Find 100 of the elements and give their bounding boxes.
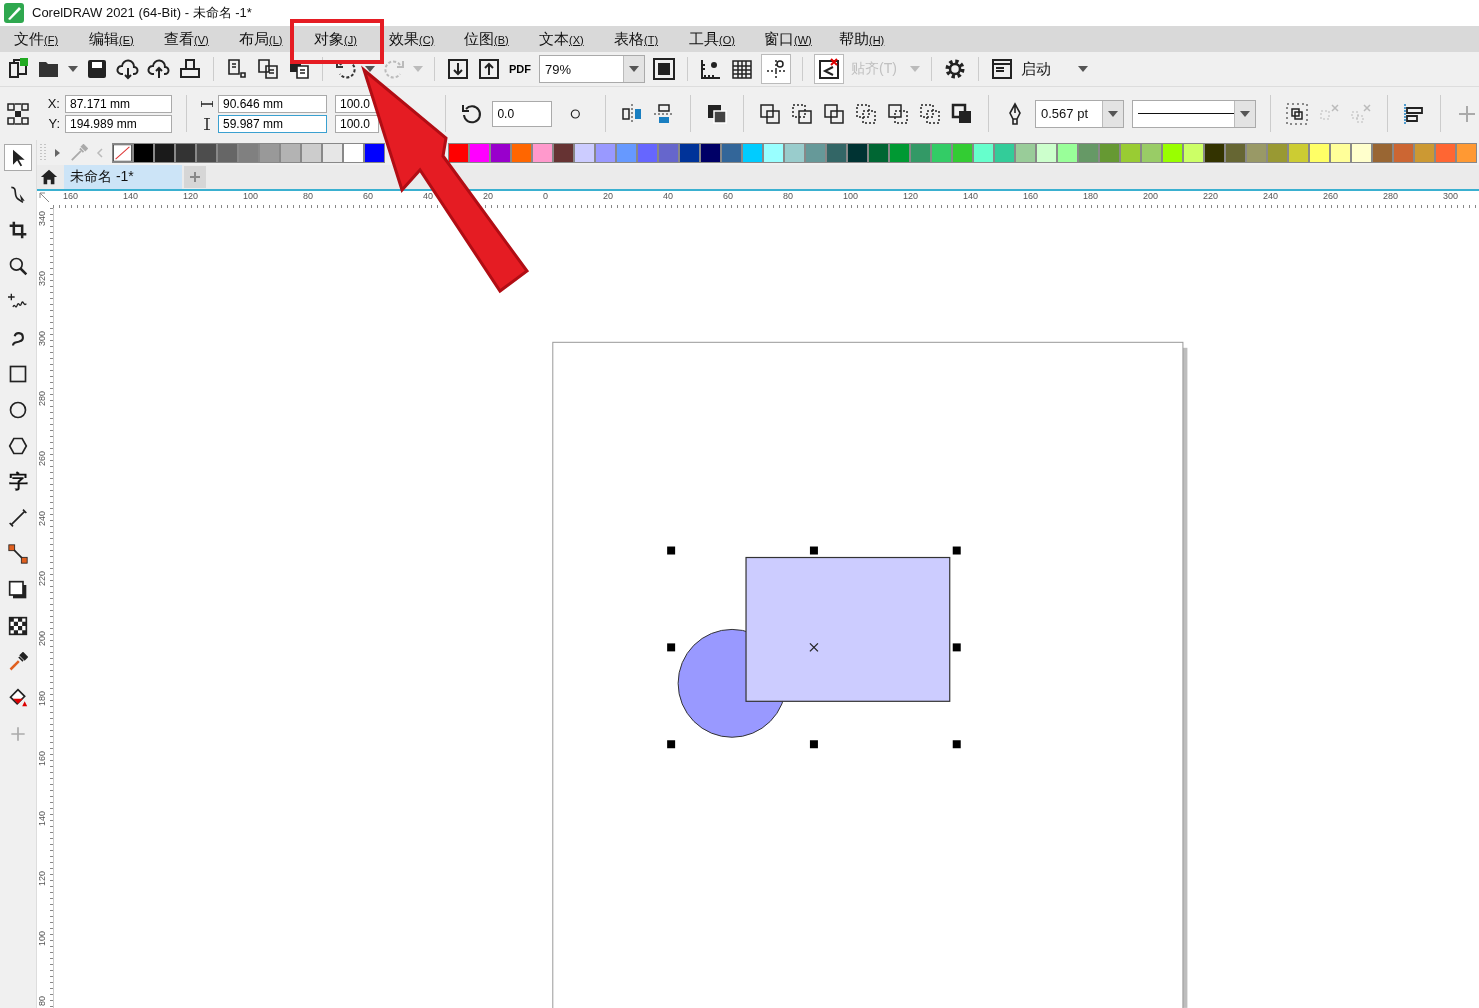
color-swatch[interactable]: [805, 142, 826, 163]
x-position-field[interactable]: 87.171 mm: [65, 94, 172, 113]
shape-combine-icon[interactable]: [886, 101, 911, 126]
color-swatch[interactable]: [889, 142, 910, 163]
color-swatch[interactable]: [1372, 142, 1393, 163]
zoom-dropdown[interactable]: 79%: [539, 55, 645, 83]
new-document-icon[interactable]: [6, 57, 30, 81]
settings-icon[interactable]: [943, 57, 967, 81]
color-swatch[interactable]: [1078, 142, 1099, 163]
color-swatch[interactable]: [196, 142, 217, 163]
object-origin-icon[interactable]: [6, 101, 30, 126]
menu-item[interactable]: 文本(X): [539, 29, 584, 47]
tool-button[interactable]: [4, 144, 32, 171]
save-icon[interactable]: [85, 57, 109, 81]
y-position-field[interactable]: 194.989 mm: [65, 114, 172, 133]
menu-item[interactable]: 位图(B): [464, 29, 509, 47]
menu-item[interactable]: 工具(O): [689, 29, 735, 47]
launch-button[interactable]: 启动: [1021, 59, 1071, 79]
color-swatch[interactable]: [1225, 142, 1246, 163]
color-swatch[interactable]: [1267, 142, 1288, 163]
color-swatch[interactable]: [826, 142, 847, 163]
color-swatch[interactable]: [1435, 142, 1456, 163]
color-swatch[interactable]: [1330, 142, 1351, 163]
color-swatch[interactable]: [1204, 142, 1225, 163]
line-style-dropdown[interactable]: [1132, 99, 1256, 128]
play-icon[interactable]: [52, 147, 62, 158]
shape-combine-icon[interactable]: [790, 101, 815, 126]
shape-combine-icon[interactable]: [822, 101, 847, 126]
color-swatch[interactable]: [511, 142, 532, 163]
selection-handle[interactable]: [952, 546, 961, 555]
color-swatch[interactable]: [847, 142, 868, 163]
selection-handle[interactable]: [667, 546, 676, 555]
no-color-swatch[interactable]: [112, 142, 133, 163]
menu-item[interactable]: 对象(J): [314, 29, 357, 47]
menu-item[interactable]: 表格(T): [614, 29, 659, 47]
selection-handle[interactable]: [809, 546, 818, 555]
drag-handle-icon[interactable]: [40, 142, 46, 163]
document-tab[interactable]: 未命名 -1*: [64, 165, 182, 189]
color-swatch[interactable]: [154, 142, 175, 163]
color-swatch[interactable]: [1309, 142, 1330, 163]
color-swatch[interactable]: [910, 142, 931, 163]
selection-handle[interactable]: [809, 740, 818, 749]
color-swatch[interactable]: [259, 142, 280, 163]
ruler-icon[interactable]: [699, 57, 723, 81]
color-swatch[interactable]: [1393, 142, 1414, 163]
color-swatch[interactable]: [133, 142, 154, 163]
menu-item[interactable]: 窗口(W): [764, 29, 812, 47]
menu-item[interactable]: 文件(F): [14, 29, 59, 47]
import-icon[interactable]: [446, 57, 470, 81]
outline-width-dropdown[interactable]: 0.567 pt: [1035, 99, 1124, 128]
group-icon[interactable]: [1285, 101, 1309, 126]
redo-icon[interactable]: [382, 57, 406, 81]
color-swatch[interactable]: [532, 142, 553, 163]
color-swatch[interactable]: [658, 142, 679, 163]
rotation-field[interactable]: 0.0: [492, 100, 553, 127]
color-swatch[interactable]: [322, 142, 343, 163]
color-swatch[interactable]: [1183, 142, 1204, 163]
color-swatch[interactable]: [763, 142, 784, 163]
color-swatch[interactable]: [1456, 142, 1477, 163]
menu-item[interactable]: 布局(L): [239, 29, 283, 47]
color-swatch[interactable]: [700, 142, 721, 163]
color-swatch[interactable]: [469, 142, 490, 163]
color-swatch[interactable]: [994, 142, 1015, 163]
menu-item[interactable]: 帮助(H): [839, 29, 885, 47]
caret-icon[interactable]: [68, 66, 78, 72]
color-swatch[interactable]: [1057, 142, 1078, 163]
color-swatch[interactable]: [1162, 142, 1183, 163]
window-icon[interactable]: [990, 57, 1014, 81]
width-field[interactable]: 90.646 mm: [218, 94, 327, 113]
height-field[interactable]: 59.987 mm: [218, 114, 327, 133]
color-swatch[interactable]: [1015, 142, 1036, 163]
color-swatch[interactable]: [721, 142, 742, 163]
center-mark-icon[interactable]: [809, 642, 819, 653]
snap-off-icon[interactable]: [814, 54, 844, 84]
color-swatch[interactable]: [1351, 142, 1372, 163]
color-swatch[interactable]: [637, 142, 658, 163]
grid-icon[interactable]: [730, 57, 754, 81]
color-swatch[interactable]: [490, 142, 511, 163]
color-swatch[interactable]: [1099, 142, 1120, 163]
home-icon[interactable]: [40, 168, 58, 186]
color-swatch[interactable]: [868, 142, 889, 163]
color-swatch[interactable]: [301, 142, 322, 163]
menu-item[interactable]: 查看(V): [164, 29, 209, 47]
shape-combine-icon[interactable]: [854, 101, 879, 126]
color-swatch[interactable]: [1414, 142, 1435, 163]
selection-handle[interactable]: [952, 740, 961, 749]
color-swatch[interactable]: [343, 142, 364, 163]
color-swatch[interactable]: [679, 142, 700, 163]
color-swatch[interactable]: [1246, 142, 1267, 163]
color-swatch[interactable]: [1120, 142, 1141, 163]
color-swatch[interactable]: [616, 142, 637, 163]
color-swatch[interactable]: [217, 142, 238, 163]
scale-y-field[interactable]: 100.0: [335, 114, 379, 133]
menu-item[interactable]: 效果(C): [389, 29, 435, 47]
cloud-upload-icon[interactable]: [147, 57, 171, 81]
selection-handle[interactable]: [667, 643, 676, 652]
cloud-download-icon[interactable]: [116, 57, 140, 81]
pdf-button[interactable]: PDF: [508, 63, 532, 75]
color-swatch[interactable]: [1036, 142, 1057, 163]
rectangle-shape[interactable]: [745, 556, 951, 702]
